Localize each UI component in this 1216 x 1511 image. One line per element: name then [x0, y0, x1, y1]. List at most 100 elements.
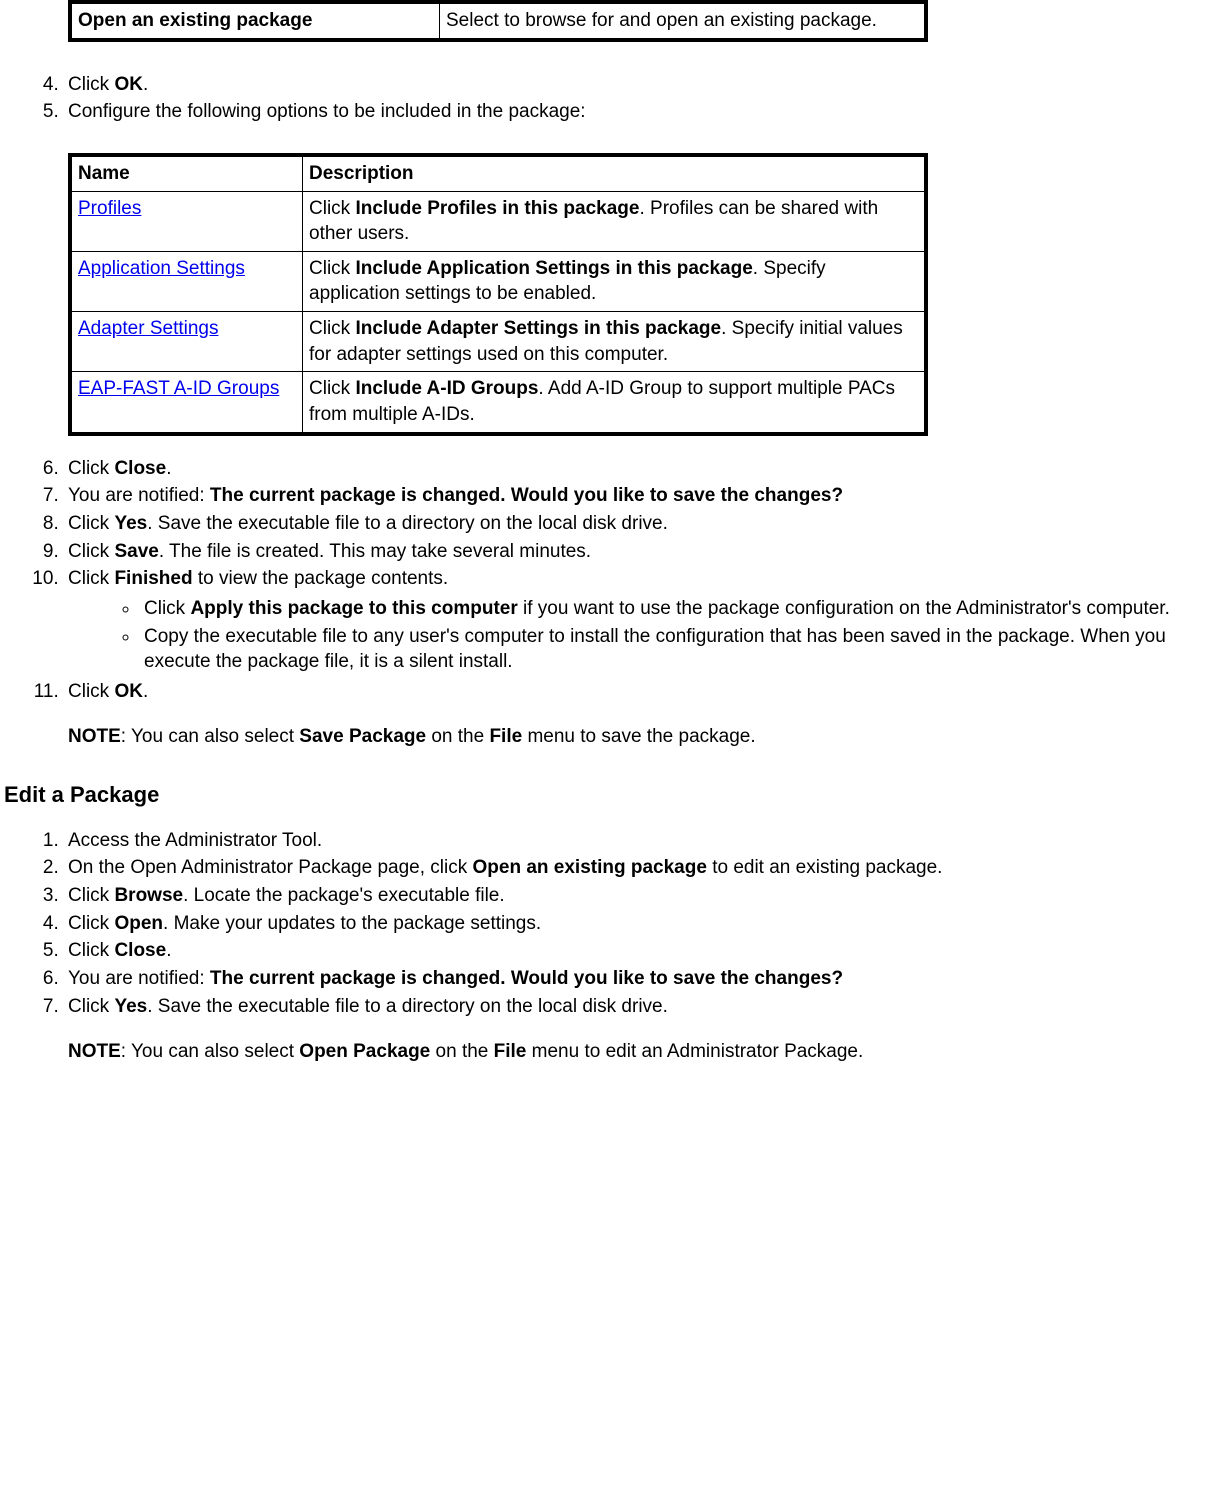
bold: Include Profiles in this package	[355, 198, 639, 219]
edit-step-6: You are notified: The current package is…	[64, 966, 1216, 992]
text: menu to edit an Administrator Package.	[526, 1041, 863, 1062]
text: . Make your updates to the package setti…	[163, 913, 541, 934]
bold: Include A-ID Groups	[355, 378, 538, 399]
bold: Finished	[114, 568, 192, 589]
bold: Open an existing package	[473, 857, 707, 878]
text: .	[166, 458, 171, 479]
text: Click	[309, 318, 355, 339]
bold: File	[494, 1041, 527, 1062]
note-2: NOTE: You can also select Open Package o…	[68, 1039, 1216, 1065]
text: Click	[68, 541, 114, 562]
open-existing-table: Open an existing package Select to brows…	[68, 0, 928, 42]
text: You are notified:	[68, 485, 210, 506]
step-11: Click OK. NOTE: You can also select Save…	[64, 679, 1216, 750]
cell: Click Include Profiles in this package. …	[303, 191, 927, 251]
bold: Include Application Settings in this pac…	[355, 258, 752, 279]
bold: Yes	[114, 996, 147, 1017]
text: . Locate the package's executable file.	[183, 885, 505, 906]
text: Copy the executable file to any user's c…	[144, 626, 1166, 673]
header-name: Name	[70, 155, 303, 191]
text: Click	[68, 74, 114, 95]
text: Click	[309, 198, 355, 219]
profiles-link[interactable]: Profiles	[78, 198, 141, 219]
bold: Browse	[114, 885, 183, 906]
list-item: Click Apply this package to this compute…	[140, 596, 1216, 622]
text: if you want to use the package configura…	[518, 598, 1170, 619]
header-desc: Description	[303, 155, 927, 191]
edit-steps-list: Access the Administrator Tool. On the Op…	[0, 828, 1216, 1065]
eap-fast-link[interactable]: EAP-FAST A-ID Groups	[78, 378, 279, 399]
step-6: Click Close.	[64, 456, 1216, 482]
text: Configure the following options to be in…	[68, 101, 586, 122]
cell: Click Include Adapter Settings in this p…	[303, 312, 927, 372]
edit-step-7: Click Yes. Save the executable file to a…	[64, 994, 1216, 1065]
bold: Open	[114, 913, 163, 934]
text: Click	[68, 940, 114, 961]
bold: Save	[114, 541, 158, 562]
text: Click	[68, 996, 114, 1017]
bold: Open Package	[299, 1041, 430, 1062]
adapter-settings-link[interactable]: Adapter Settings	[78, 318, 218, 339]
bold: File	[489, 726, 522, 747]
text: : You can also select	[121, 1041, 300, 1062]
text: Access the Administrator Tool.	[68, 830, 322, 851]
text: . Save the executable file to a director…	[147, 996, 668, 1017]
cell: Click Include Application Settings in th…	[303, 251, 927, 311]
note-label: NOTE	[68, 726, 121, 747]
text: Click	[144, 598, 190, 619]
text: Click	[309, 258, 355, 279]
bold: OK	[114, 74, 143, 95]
step-10: Click Finished to view the package conte…	[64, 566, 1216, 675]
bold: Yes	[114, 513, 147, 534]
bold: The current package is changed. Would yo…	[210, 968, 843, 989]
edit-step-5: Click Close.	[64, 938, 1216, 964]
bold: OK	[114, 681, 143, 702]
open-existing-desc: Select to browse for and open an existin…	[440, 2, 927, 40]
text: .	[143, 74, 148, 95]
step-8: Click Yes. Save the executable file to a…	[64, 511, 1216, 537]
edit-step-4: Click Open. Make your updates to the pac…	[64, 911, 1216, 937]
text: on the	[430, 1041, 493, 1062]
table-row: Application Settings Click Include Appli…	[70, 251, 926, 311]
cell: Click Include A-ID Groups. Add A-ID Grou…	[303, 372, 927, 434]
step-4: Click OK.	[64, 72, 1216, 98]
open-existing-label: Open an existing package	[70, 2, 440, 40]
text: to view the package contents.	[193, 568, 449, 589]
bold: Close	[114, 940, 166, 961]
text: Click	[68, 568, 114, 589]
note-1: NOTE: You can also select Save Package o…	[68, 724, 1216, 750]
text: on the	[426, 726, 489, 747]
text: Click	[68, 885, 114, 906]
table-row: EAP-FAST A-ID Groups Click Include A-ID …	[70, 372, 926, 434]
table-row: Profiles Click Include Profiles in this …	[70, 191, 926, 251]
text: On the Open Administrator Package page, …	[68, 857, 473, 878]
step-9: Click Save. The file is created. This ma…	[64, 539, 1216, 565]
bold: Save Package	[299, 726, 426, 747]
text: Click	[68, 513, 114, 534]
text: to edit an existing package.	[707, 857, 943, 878]
steps-list-a: Click OK. Configure the following option…	[0, 72, 1216, 750]
options-table: Name Description Profiles Click Include …	[68, 153, 928, 436]
step-10-sub: Click Apply this package to this compute…	[68, 596, 1216, 675]
text: menu to save the package.	[522, 726, 755, 747]
text: Click	[68, 913, 114, 934]
text: You are notified:	[68, 968, 210, 989]
text: .	[143, 681, 148, 702]
edit-step-1: Access the Administrator Tool.	[64, 828, 1216, 854]
table-header-row: Name Description	[70, 155, 926, 191]
text: : You can also select	[121, 726, 300, 747]
application-settings-link[interactable]: Application Settings	[78, 258, 245, 279]
step-7: You are notified: The current package is…	[64, 483, 1216, 509]
text: Click	[309, 378, 355, 399]
text: .	[166, 940, 171, 961]
list-item: Copy the executable file to any user's c…	[140, 624, 1216, 675]
bold: Include Adapter Settings in this package	[355, 318, 721, 339]
note-label: NOTE	[68, 1041, 121, 1062]
table-row: Adapter Settings Click Include Adapter S…	[70, 312, 926, 372]
text: . Save the executable file to a director…	[147, 513, 668, 534]
text: . The file is created. This may take sev…	[159, 541, 591, 562]
edit-package-heading: Edit a Package	[4, 780, 1216, 810]
edit-step-2: On the Open Administrator Package page, …	[64, 855, 1216, 881]
bold: Apply this package to this computer	[190, 598, 517, 619]
step-5: Configure the following options to be in…	[64, 99, 1216, 435]
